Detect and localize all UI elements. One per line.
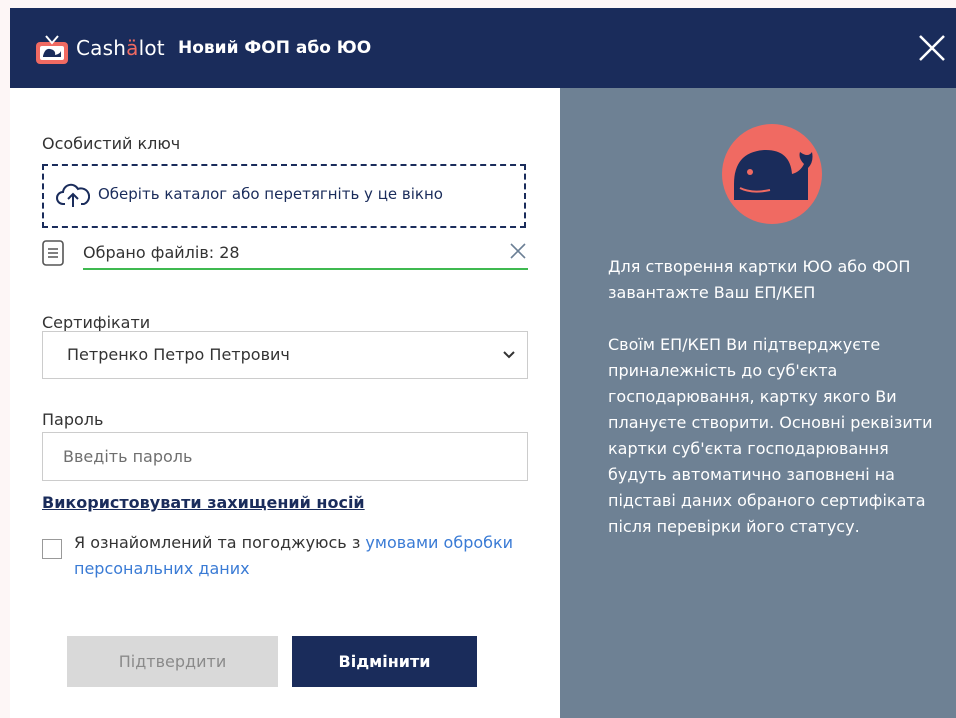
files-selected-count: Обрано файлів: 28 — [83, 243, 240, 262]
certificate-select[interactable]: Петренко Петро Петрович — [42, 331, 528, 379]
secure-media-link[interactable]: Використовувати захищений носій — [42, 493, 365, 512]
password-label: Пароль — [42, 410, 104, 429]
close-icon[interactable] — [912, 28, 952, 68]
key-form: Особистий ключ Оберіть каталог або перет… — [10, 88, 560, 718]
consent-text: Я ознайомлений та погоджуюсь з умовами о… — [74, 530, 544, 582]
confirm-button[interactable]: Підтвердити — [67, 636, 278, 687]
clear-icon[interactable] — [508, 241, 528, 261]
dialog-header: Cashälot Новий ФОП або ЮО — [10, 8, 956, 88]
chevron-down-icon — [503, 351, 515, 359]
consent-checkbox[interactable] — [42, 539, 62, 559]
info-panel: Для створення картки ЮО або ФОП завантаж… — [560, 88, 956, 718]
whale-icon — [722, 124, 822, 224]
cashalot-logo-icon — [36, 35, 68, 64]
dropzone-label: Оберіть каталог або перетягніть у це вік… — [98, 185, 443, 203]
info-paragraph-1: Для створення картки ЮО або ФОП завантаж… — [608, 257, 911, 302]
key-dropzone[interactable]: Оберіть каталог або перетягніть у це вік… — [42, 164, 526, 228]
certificate-selected-value: Петренко Петро Петрович — [67, 345, 290, 364]
dialog-title: Новий ФОП або ЮО — [178, 38, 372, 58]
document-icon — [42, 240, 64, 266]
info-paragraph-2: Своїм ЕП/КЕП Ви підтверджуєте приналежні… — [608, 335, 933, 536]
cloud-upload-icon — [56, 183, 90, 207]
new-entity-dialog: Cashälot Новий ФОП або ЮО Особистий ключ… — [10, 8, 956, 718]
info-text: Для створення картки ЮО або ФОП завантаж… — [608, 254, 938, 540]
certificates-label: Сертифікати — [42, 313, 151, 332]
private-key-label: Особистий ключ — [42, 134, 181, 153]
cancel-button[interactable]: Відмінити — [292, 636, 477, 687]
selected-files-row: Обрано файлів: 28 — [42, 236, 528, 270]
password-field[interactable] — [42, 432, 528, 481]
consent-label: Я ознайомлений та погоджуюсь з — [74, 533, 366, 552]
file-progress-line — [83, 268, 528, 270]
brand-name: Cashälot — [76, 36, 165, 60]
